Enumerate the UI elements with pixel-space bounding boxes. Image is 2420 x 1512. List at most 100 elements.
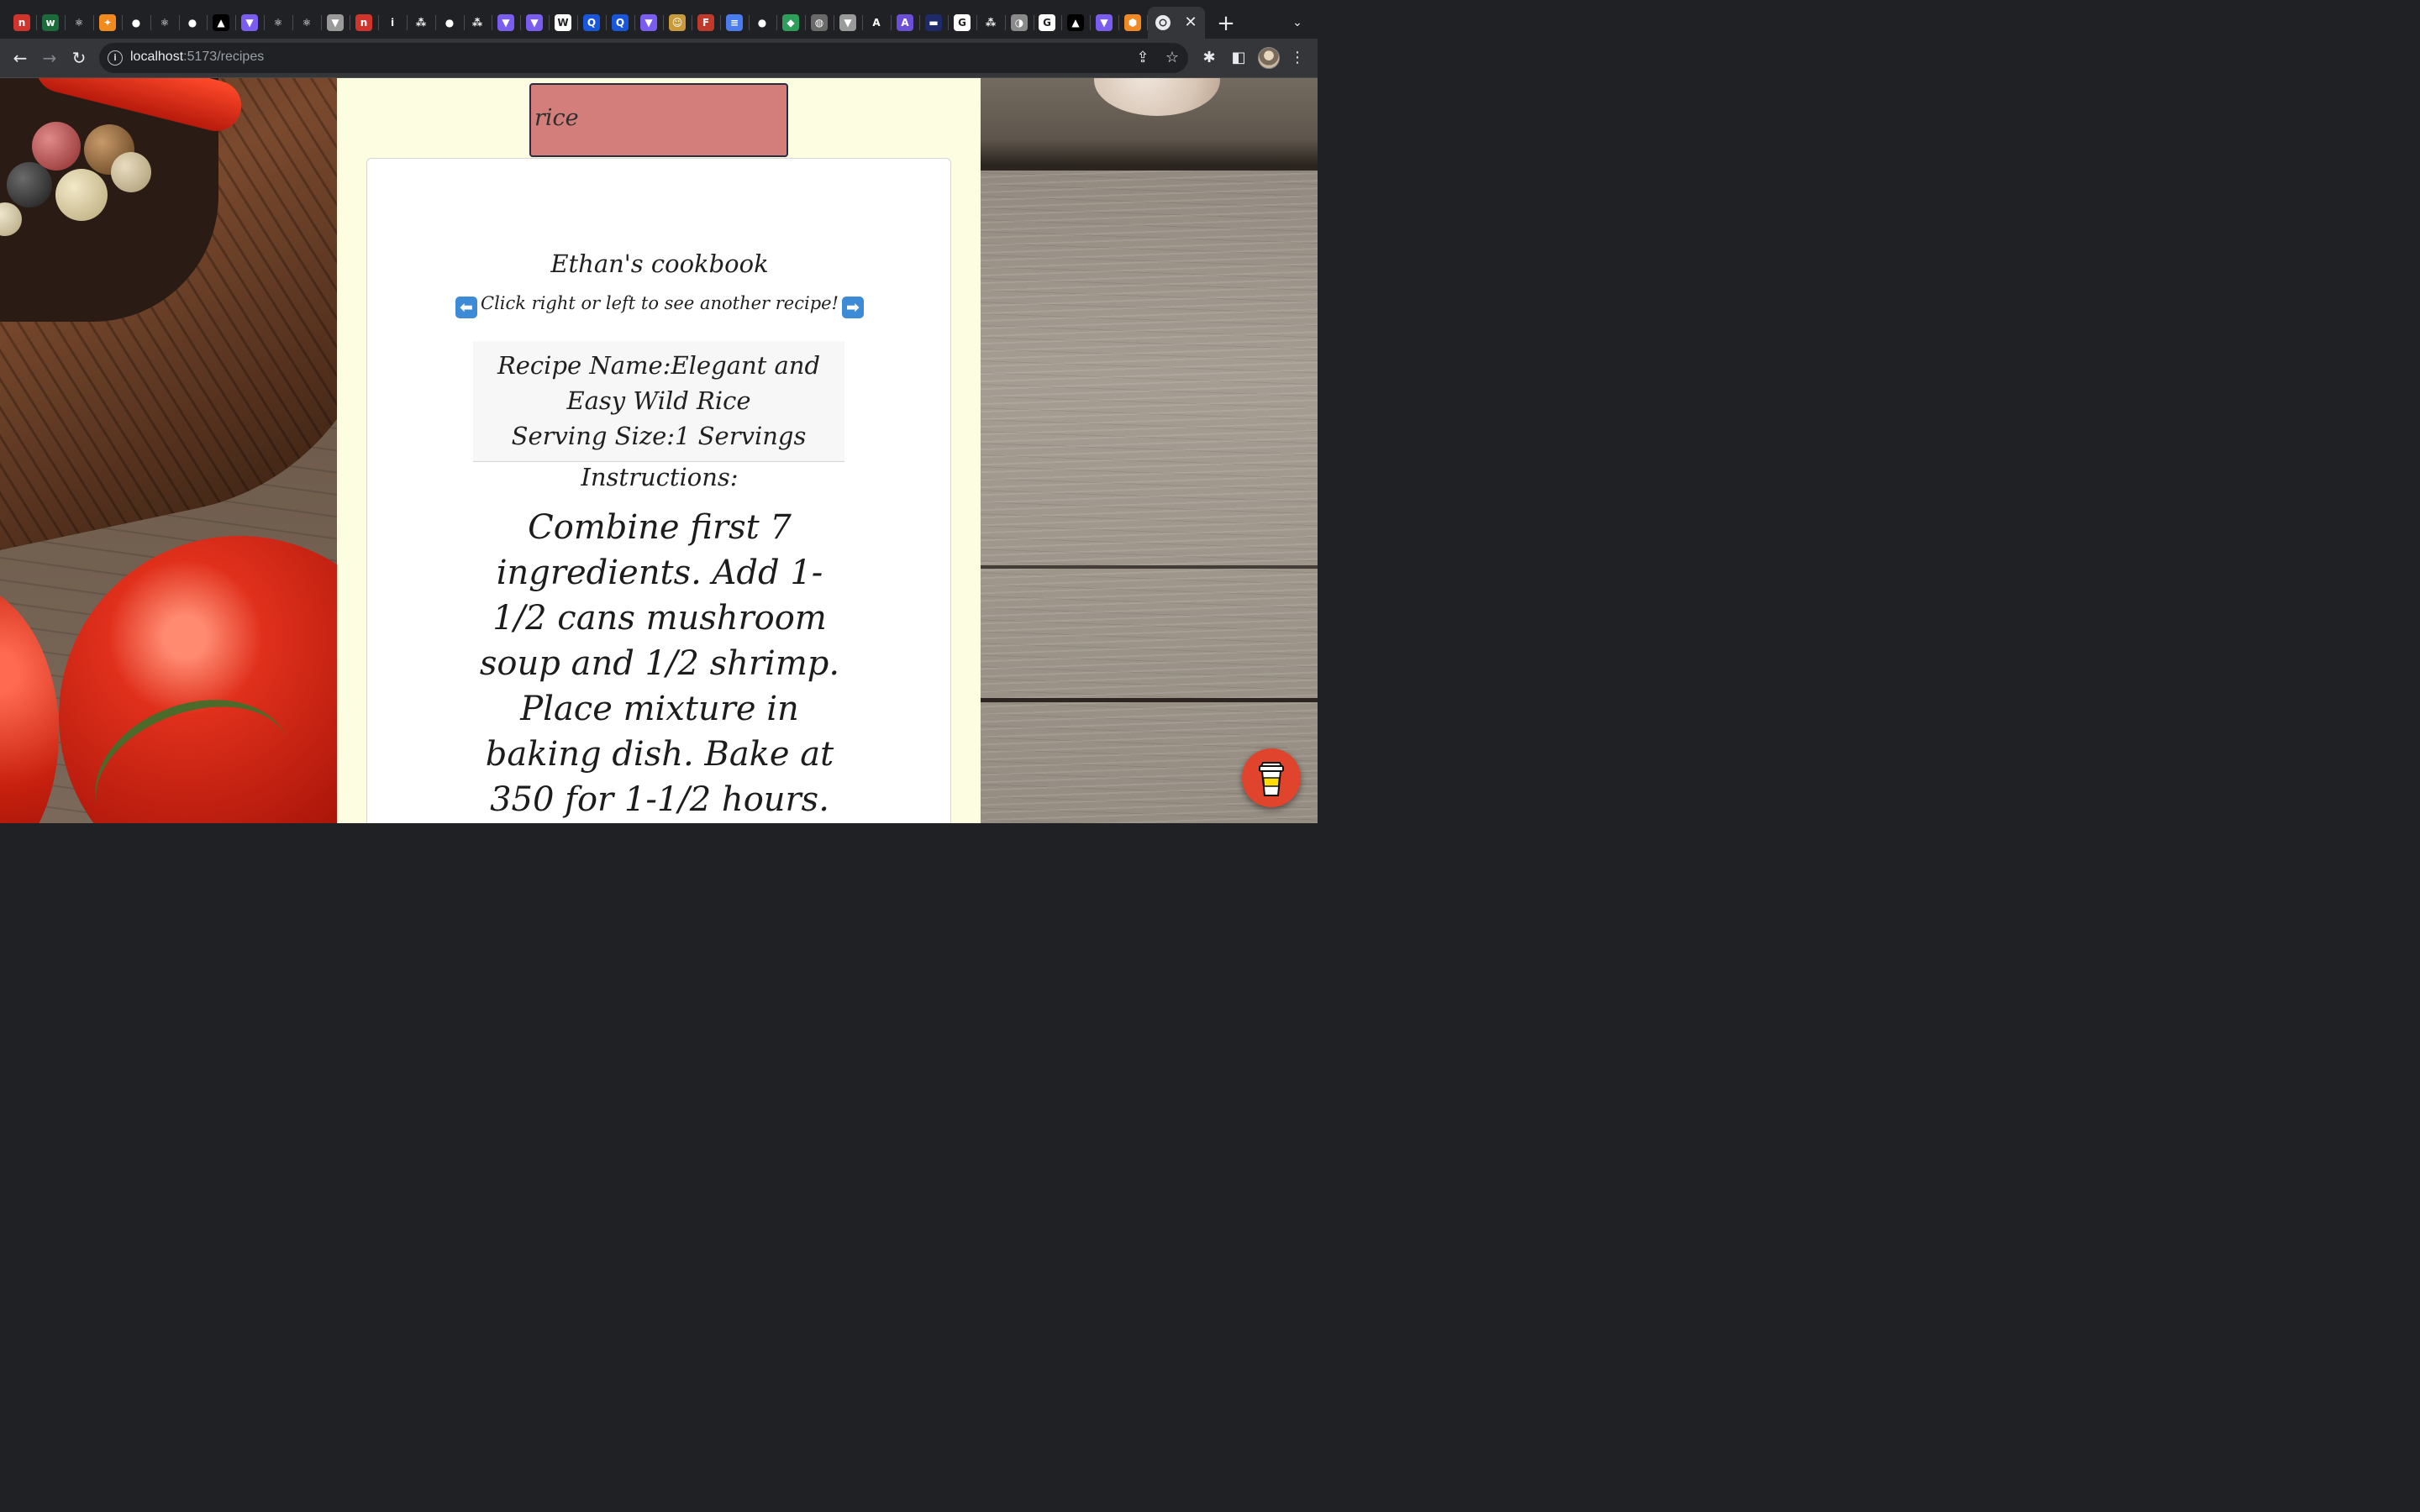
react-atom-icon[interactable]: ⚛ bbox=[156, 14, 173, 31]
react-atom-icon[interactable]: ⚛ bbox=[71, 14, 87, 31]
back-button[interactable]: ← bbox=[8, 45, 33, 71]
right-arrow-icon[interactable]: ➡ bbox=[842, 297, 864, 318]
recipe-instructions: Combine first 7 ingredients. Add 1-1/2 c… bbox=[479, 508, 840, 819]
react-atom-icon[interactable]: ⚛ bbox=[298, 14, 315, 31]
peppercorn bbox=[111, 152, 151, 192]
pink-square-icon[interactable]: n bbox=[13, 14, 30, 31]
url-host: localhost bbox=[130, 50, 184, 64]
tab-separator bbox=[520, 15, 521, 30]
plank-gap bbox=[981, 698, 1318, 702]
dots-icon[interactable]: ⁂ bbox=[413, 14, 429, 31]
vue-icon[interactable]: ▼ bbox=[327, 14, 344, 31]
tab-separator bbox=[1090, 15, 1091, 30]
dark-circle-icon[interactable]: ● bbox=[754, 14, 771, 31]
close-tab-icon[interactable]: ✕ bbox=[1181, 13, 1200, 32]
google-icon[interactable]: G bbox=[1039, 14, 1055, 31]
instructions-label: Instructions: bbox=[581, 463, 739, 491]
tab-separator bbox=[749, 15, 750, 30]
site-info-icon[interactable]: i bbox=[108, 50, 123, 66]
triangle-icon[interactable]: ▲ bbox=[213, 14, 229, 31]
orange-flame-icon[interactable]: ✦ bbox=[99, 14, 116, 31]
active-tab[interactable]: ✕ bbox=[1148, 7, 1205, 39]
tab-separator bbox=[321, 15, 322, 30]
vue-icon[interactable]: ▼ bbox=[839, 14, 856, 31]
github-icon[interactable]: ● bbox=[128, 14, 145, 31]
new-tab-button[interactable]: + bbox=[1213, 11, 1239, 36]
address-bar[interactable]: i localhost:5173/recipes ⇪ ☆ bbox=[99, 43, 1188, 73]
tab-separator bbox=[1118, 15, 1119, 30]
dots-icon[interactable]: ⁂ bbox=[982, 14, 999, 31]
tab-separator bbox=[1061, 15, 1062, 30]
vite-icon[interactable]: ▼ bbox=[241, 14, 258, 31]
profile-avatar[interactable] bbox=[1258, 47, 1280, 69]
tab-separator bbox=[549, 15, 550, 30]
recipe-search-input[interactable] bbox=[529, 83, 788, 157]
tab-separator bbox=[577, 15, 578, 30]
tab-separator bbox=[464, 15, 465, 30]
vite-icon[interactable]: ▼ bbox=[497, 14, 514, 31]
tab-separator bbox=[378, 15, 379, 30]
person-icon[interactable]: ☺ bbox=[669, 14, 686, 31]
github-icon[interactable]: ● bbox=[184, 14, 201, 31]
reload-button[interactable]: ↻ bbox=[66, 45, 92, 71]
tab-separator bbox=[179, 15, 180, 30]
react-atom-icon[interactable]: ⚛ bbox=[270, 14, 287, 31]
tomato bbox=[0, 582, 59, 823]
bookmark-star-icon[interactable]: ☆ bbox=[1160, 46, 1184, 70]
peppercorn bbox=[32, 122, 81, 171]
recipe-name: Recipe Name:Elegant and Easy Wild Rice bbox=[497, 351, 821, 415]
tab-strip: n w ⚛ ✦ ● ⚛ ● ▲ ▼ ⚛ ⚛ ▼ n i ⁂ ● ⁂ ▼ ▼ W Q Q ▼ ☺ F ≡ ● ◆ ◍ ▼ A A ▬ G ⁂ ◑ G ▲ ▼ ⬢… bbox=[0, 0, 1318, 39]
angular-a-icon[interactable]: A bbox=[868, 14, 885, 31]
recipe-card: Ethan's cookbook ⬅ Click right or left to… bbox=[366, 158, 951, 823]
google-icon[interactable]: G bbox=[954, 14, 971, 31]
wikipedia-icon[interactable]: W bbox=[555, 14, 571, 31]
photo-icon[interactable]: ◑ bbox=[1011, 14, 1028, 31]
green-w-icon[interactable]: w bbox=[42, 14, 59, 31]
plank-gap bbox=[981, 165, 1318, 171]
tab-separator bbox=[93, 15, 94, 30]
pill-icon[interactable]: ▬ bbox=[925, 14, 942, 31]
tab-separator bbox=[634, 15, 635, 30]
green-shield-icon[interactable]: ◆ bbox=[782, 14, 799, 31]
buy-me-a-coffee-button[interactable] bbox=[1242, 748, 1301, 807]
tab-separator bbox=[948, 15, 949, 30]
triangle-icon[interactable]: ▲ bbox=[1067, 14, 1084, 31]
info-i-icon[interactable]: i bbox=[384, 14, 401, 31]
url-path: :5173/recipes bbox=[183, 50, 265, 64]
tab-separator bbox=[720, 15, 721, 30]
vite-icon[interactable]: ▼ bbox=[640, 14, 657, 31]
navigation-hint-text: Click right or left to see another recip… bbox=[481, 293, 839, 313]
docs-icon[interactable]: ≡ bbox=[726, 14, 743, 31]
share-icon[interactable]: ⇪ bbox=[1131, 46, 1155, 70]
orange-cube-icon[interactable]: ⬢ bbox=[1124, 14, 1141, 31]
blue-q-icon[interactable]: Q bbox=[612, 14, 629, 31]
tab-separator bbox=[862, 15, 863, 30]
peppercorn bbox=[7, 162, 52, 207]
vite-icon[interactable]: ▼ bbox=[526, 14, 543, 31]
tab-separator bbox=[292, 15, 293, 30]
plank-gap bbox=[981, 565, 1318, 569]
url-text[interactable]: localhost:5173/recipes bbox=[130, 50, 264, 65]
browser-menu-icon[interactable]: ⋮ bbox=[1285, 45, 1310, 71]
page-viewport: Ethan's cookbook ⬅Click right or left to… bbox=[0, 78, 1318, 823]
left-arrow-icon[interactable]: ⬅ bbox=[455, 297, 477, 318]
extensions-icon[interactable]: ✱ bbox=[1197, 45, 1222, 71]
tab-separator bbox=[150, 15, 151, 30]
purple-a-icon[interactable]: A bbox=[897, 14, 913, 31]
tab-separator bbox=[65, 15, 66, 30]
forward-button[interactable]: → bbox=[37, 45, 62, 71]
blue-q-icon[interactable]: Q bbox=[583, 14, 600, 31]
pink-square-icon[interactable]: n bbox=[355, 14, 372, 31]
vite-icon[interactable]: ▼ bbox=[1096, 14, 1113, 31]
tab-separator bbox=[36, 15, 37, 30]
github-icon[interactable]: ● bbox=[441, 14, 458, 31]
dots-icon[interactable]: ⁂ bbox=[469, 14, 486, 31]
tab-search-button[interactable]: ⌄ bbox=[1286, 11, 1309, 34]
globe-icon[interactable]: ◍ bbox=[811, 14, 828, 31]
red-f-icon[interactable]: F bbox=[697, 14, 714, 31]
tab-separator bbox=[919, 15, 920, 30]
tab-separator bbox=[976, 15, 977, 30]
side-panel-icon[interactable]: ◧ bbox=[1226, 45, 1251, 71]
tab-separator bbox=[435, 15, 436, 30]
cookbook-title: Ethan's cookbook bbox=[550, 249, 769, 278]
